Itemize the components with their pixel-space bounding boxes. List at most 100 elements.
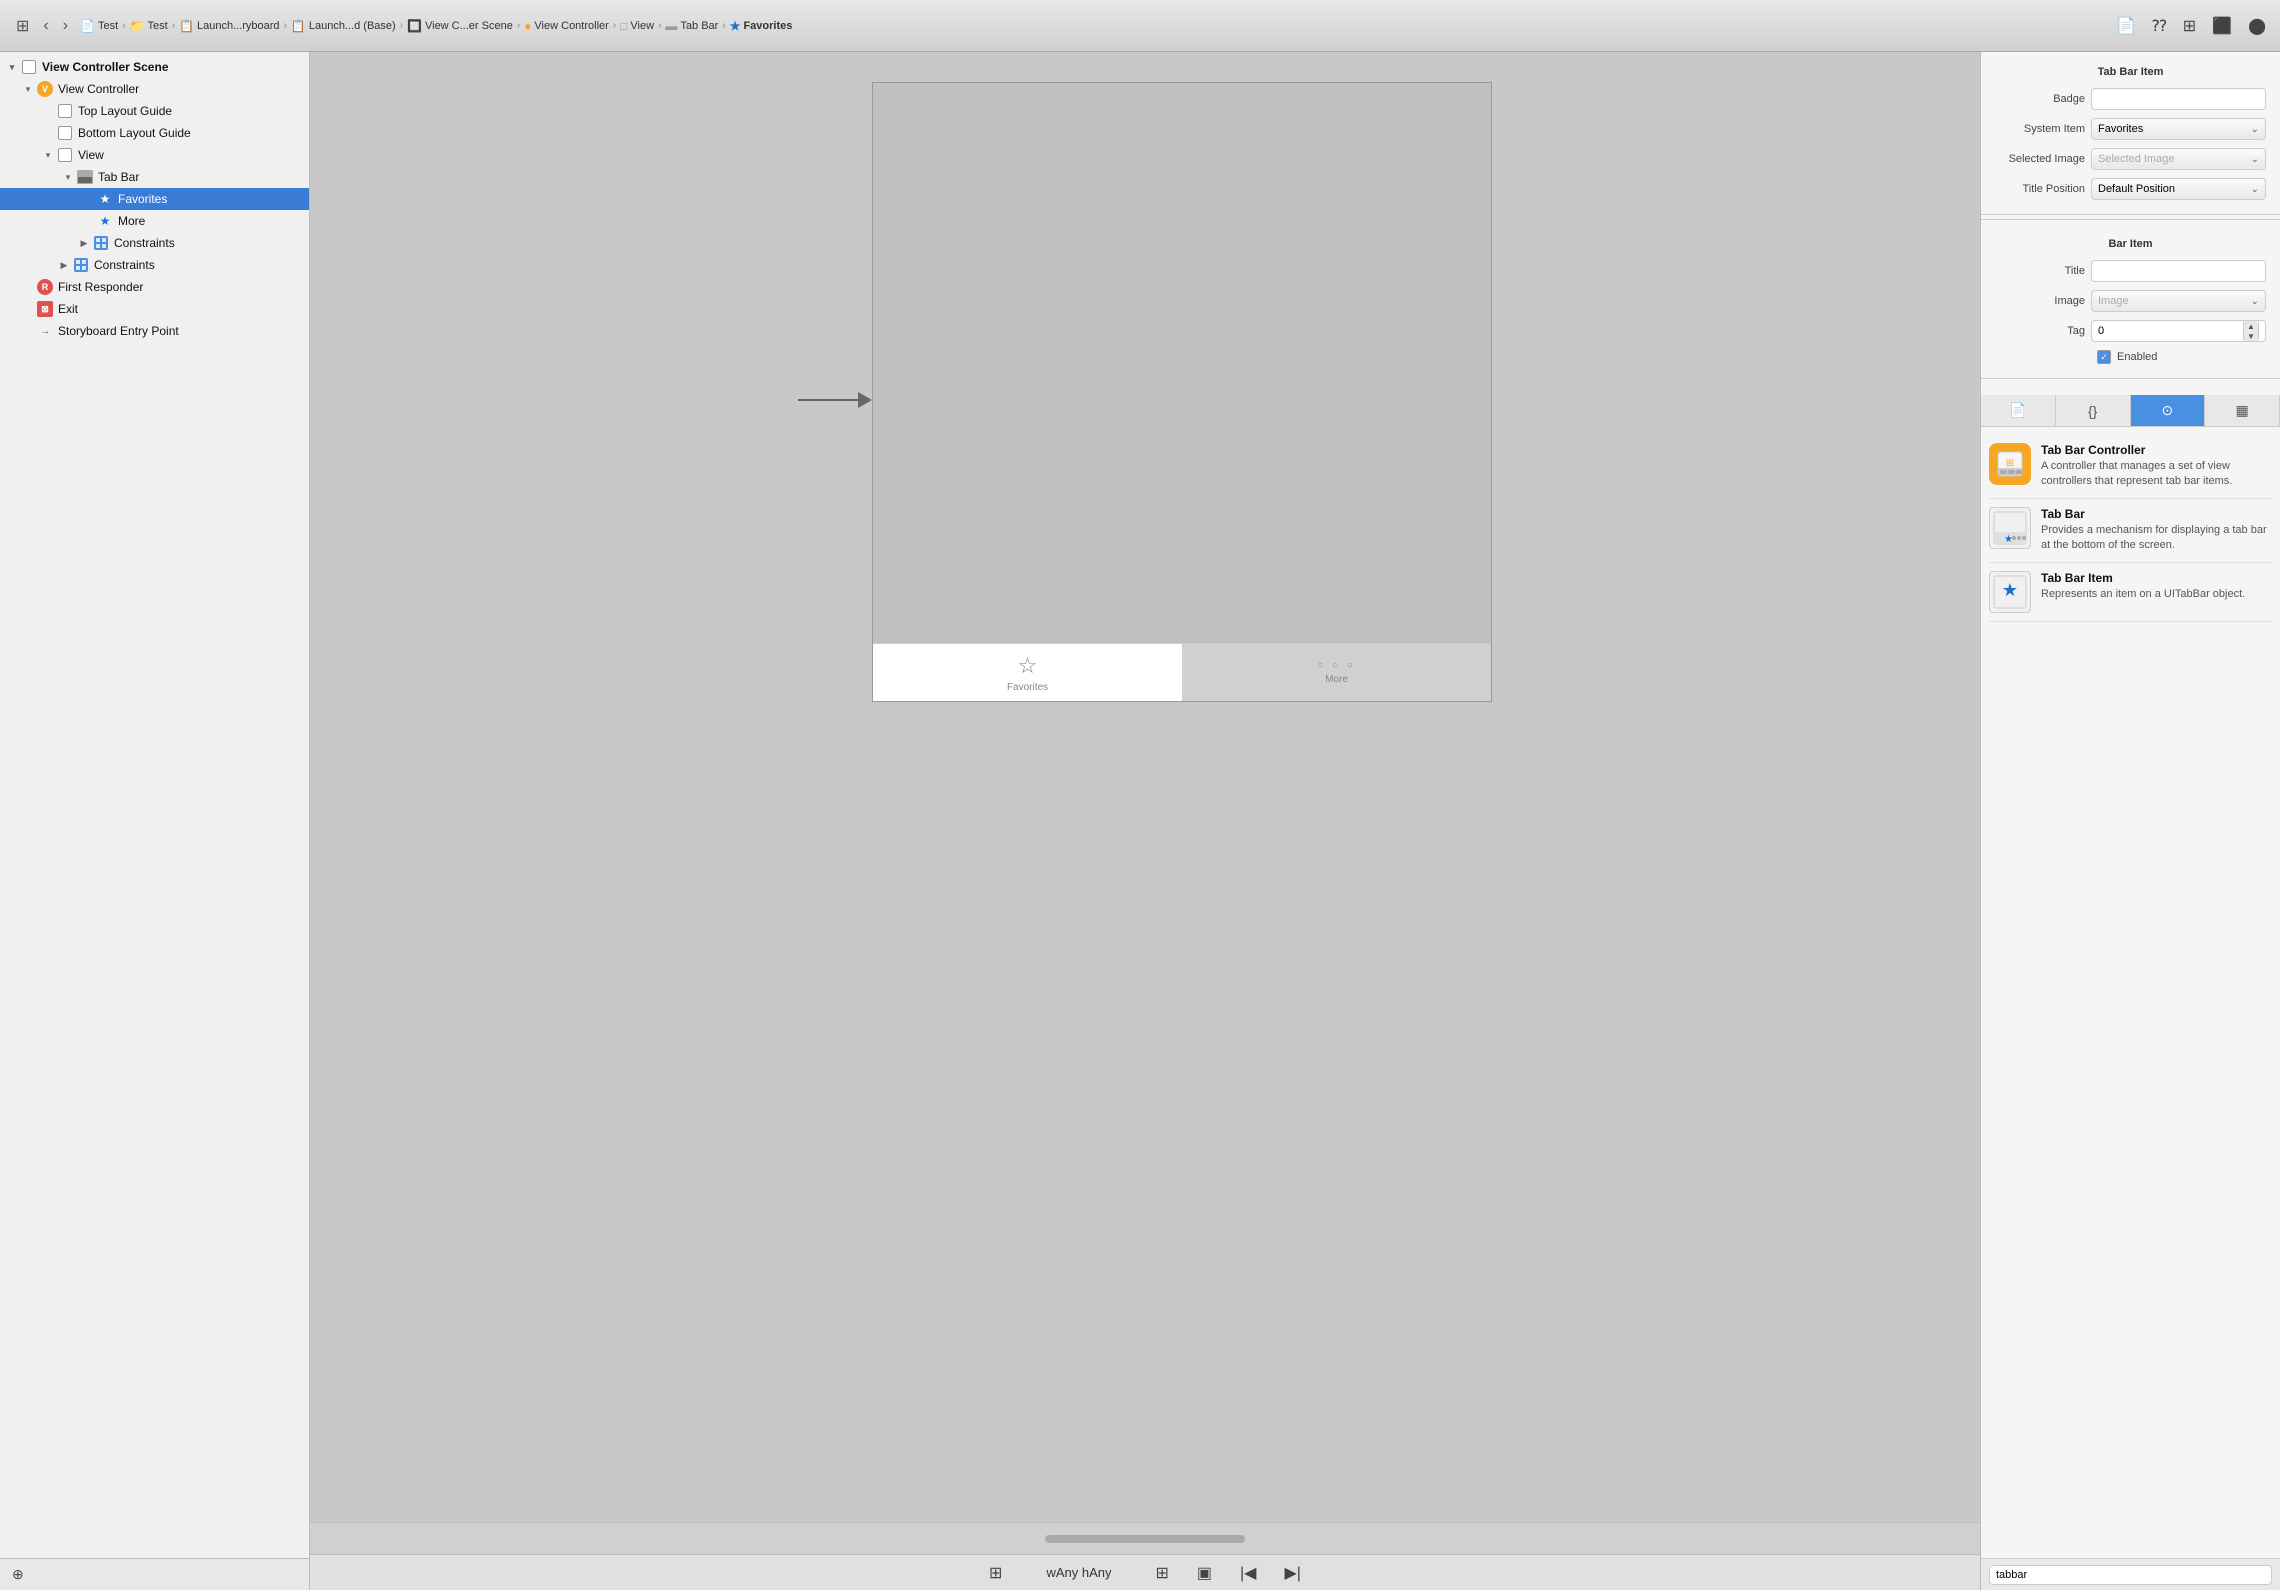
bc-label-tabbar: Tab Bar — [680, 20, 718, 32]
tabbar-label: Tab Bar — [98, 170, 139, 184]
tab-controller-icon: ⊞ — [1989, 443, 2031, 485]
tree-item-entry[interactable]: → Storyboard Entry Point — [0, 320, 309, 342]
tag-stepper-down[interactable]: ▼ — [2244, 331, 2258, 341]
enabled-checkbox[interactable]: ✓ — [2097, 350, 2111, 364]
bc-item-tabbar[interactable]: ▬ Tab Bar — [665, 19, 718, 33]
tag-stepper[interactable]: ▲ ▼ — [2243, 320, 2259, 342]
nav-back-btn[interactable]: ‹ — [37, 15, 54, 37]
toggle-sidebar-btn[interactable]: ⊞ — [985, 1561, 1006, 1585]
right-panel: Tab Bar Item Badge System Item Favorites… — [1980, 52, 2280, 1590]
bc-item-test1[interactable]: 📄 Test — [80, 19, 118, 33]
file-inspector-btn[interactable]: 📄 — [2112, 14, 2140, 38]
debug-btn[interactable]: ⬛ — [2208, 14, 2236, 38]
selected-image-label: Selected Image — [1995, 153, 2085, 165]
system-item-select[interactable]: Favorites ⌄ — [2091, 118, 2266, 140]
left-panel-bottom: ⊕ — [0, 1558, 309, 1590]
obj-item-tab-bar[interactable]: ★ Tab Bar Provides a mechanism for displ… — [1989, 499, 2272, 563]
left-panel: ▾ View Controller Scene ▾ V View Control… — [0, 52, 310, 1590]
view-label: View — [78, 148, 104, 162]
bc-item-launch1[interactable]: 📋 Launch...ryboard — [179, 19, 280, 33]
arrow-line — [798, 399, 858, 401]
inspector-spacer — [1981, 379, 2280, 395]
obj-item-tab-bar-controller[interactable]: ⊞ Tab Bar Controller A controller that m… — [1989, 435, 2272, 499]
badge-label: Badge — [1995, 93, 2085, 105]
obj-item-tab-bar-item[interactable]: ★ Tab Bar Item Represents an item on a U… — [1989, 563, 2272, 622]
image-select[interactable]: Image ⌄ — [2091, 290, 2266, 312]
title-position-row: Title Position Default Position ⌄ — [1981, 174, 2280, 204]
add-object-btn[interactable]: ⊕ — [8, 1564, 28, 1585]
title-position-label: Title Position — [1995, 183, 2085, 195]
bar-title-label: Title — [1995, 265, 2085, 277]
exit-icon: ⊠ — [36, 300, 54, 318]
bc-item-favorites[interactable]: ★ Favorites — [730, 19, 793, 33]
title-position-value: Default Position — [2098, 183, 2175, 195]
entry-icon: → — [36, 322, 54, 340]
tab-grid-inspector[interactable]: ▦ — [2205, 395, 2280, 426]
tag-stepper-up[interactable]: ▲ — [2244, 321, 2258, 331]
bc-item-test2[interactable]: 📁 Test — [130, 19, 168, 33]
canvas-scrollbar-thumb[interactable] — [1045, 1535, 1245, 1543]
bottom-layout-label: Bottom Layout Guide — [78, 126, 191, 140]
bc-item-launch2[interactable]: 📋 Launch...d (Base) — [291, 19, 396, 33]
tree-item-exit[interactable]: ⊠ Exit — [0, 298, 309, 320]
constraints-outer-label: Constraints — [94, 258, 155, 272]
tree-item-vc[interactable]: ▾ V View Controller — [0, 78, 309, 100]
scene-toggle[interactable]: ▾ — [4, 62, 20, 73]
tree-item-top-layout[interactable]: Top Layout Guide — [0, 100, 309, 122]
top-layout-label: Top Layout Guide — [78, 104, 172, 118]
layout-btn[interactable]: ⊞ — [2179, 14, 2200, 38]
tree-item-constraints-outer[interactable]: ▶ Constraints — [0, 254, 309, 276]
tab-file-inspector[interactable]: 📄 — [1981, 395, 2056, 426]
footer-btn-1[interactable]: ⊞ — [1151, 1561, 1172, 1585]
tree-item-constraints-inner[interactable]: ▶ Constraints — [0, 232, 309, 254]
filter-input[interactable] — [1989, 1565, 2272, 1585]
vc-icon: V — [36, 80, 54, 98]
bc-item-vc[interactable]: ● View Controller — [524, 19, 609, 33]
tree-item-view[interactable]: ▾ View — [0, 144, 309, 166]
footer-btn-2[interactable]: ▣ — [1193, 1561, 1216, 1585]
tree-item-more[interactable]: ★ More — [0, 210, 309, 232]
title-row: Title — [1981, 256, 2280, 286]
tab-circle-inspector[interactable]: ⊙ — [2131, 395, 2206, 426]
tabbar-toggle[interactable]: ▾ — [60, 172, 76, 183]
main-area: ▾ View Controller Scene ▾ V View Control… — [0, 52, 2280, 1590]
constraints-inner-toggle[interactable]: ▶ — [76, 238, 92, 249]
system-item-row: System Item Favorites ⌄ — [1981, 114, 2280, 144]
obj-icon-tab-bar-controller: ⊞ — [1989, 443, 2031, 485]
selected-image-arrow-icon: ⌄ — [2251, 154, 2259, 165]
obj-desc-tab-bar-controller: A controller that manages a set of view … — [2041, 459, 2272, 490]
tab-more[interactable]: ○ ○ ○ More — [1182, 644, 1491, 701]
scene-label: View Controller Scene — [42, 60, 169, 74]
footer-btn-3[interactable]: |◀ — [1236, 1561, 1260, 1585]
tree-item-first-responder[interactable]: R First Responder — [0, 276, 309, 298]
nav-forward-btn[interactable]: › — [57, 15, 74, 37]
selected-image-placeholder: Selected Image — [2098, 153, 2174, 165]
help-btn[interactable]: ⁇ — [2148, 14, 2171, 38]
view-toggle[interactable]: ▾ — [40, 150, 56, 161]
bc-sep-5: › — [517, 20, 520, 31]
constraints-outer-toggle[interactable]: ▶ — [56, 260, 72, 271]
first-responder-icon: R — [36, 278, 54, 296]
tab-curly-inspector[interactable]: {} — [2056, 395, 2131, 426]
title-position-select[interactable]: Default Position ⌄ — [2091, 178, 2266, 200]
bar-title-input[interactable] — [2091, 260, 2266, 282]
tag-value: 0 — [2098, 325, 2104, 337]
size-label: wAny hAny — [1046, 1565, 1111, 1580]
tab-favorites[interactable]: ☆ Favorites — [873, 644, 1182, 701]
bar-item-section-title: Bar Item — [1981, 234, 2280, 256]
tree-item-tabbar[interactable]: ▾ Tab Bar — [0, 166, 309, 188]
bc-sep-2: › — [172, 20, 175, 31]
assistant-btn[interactable]: ⬤ — [2244, 14, 2270, 38]
footer-right-icons: ⊞ ▣ |◀ ▶| — [1151, 1561, 1304, 1585]
tree-item-favorites[interactable]: ★ Favorites — [0, 188, 309, 210]
badge-input[interactable] — [2091, 88, 2266, 110]
tree-scene-header[interactable]: ▾ View Controller Scene — [0, 56, 309, 78]
selected-image-select[interactable]: Selected Image ⌄ — [2091, 148, 2266, 170]
footer-btn-4[interactable]: ▶| — [1280, 1561, 1304, 1585]
grid-btn[interactable]: ⊞ — [10, 14, 35, 38]
bc-item-view[interactable]: □ View — [620, 19, 654, 33]
bc-item-scene[interactable]: 🔲 View C...er Scene — [407, 19, 513, 33]
vc-toggle[interactable]: ▾ — [20, 84, 36, 95]
tree-item-bottom-layout[interactable]: Bottom Layout Guide — [0, 122, 309, 144]
image-label: Image — [1995, 295, 2085, 307]
